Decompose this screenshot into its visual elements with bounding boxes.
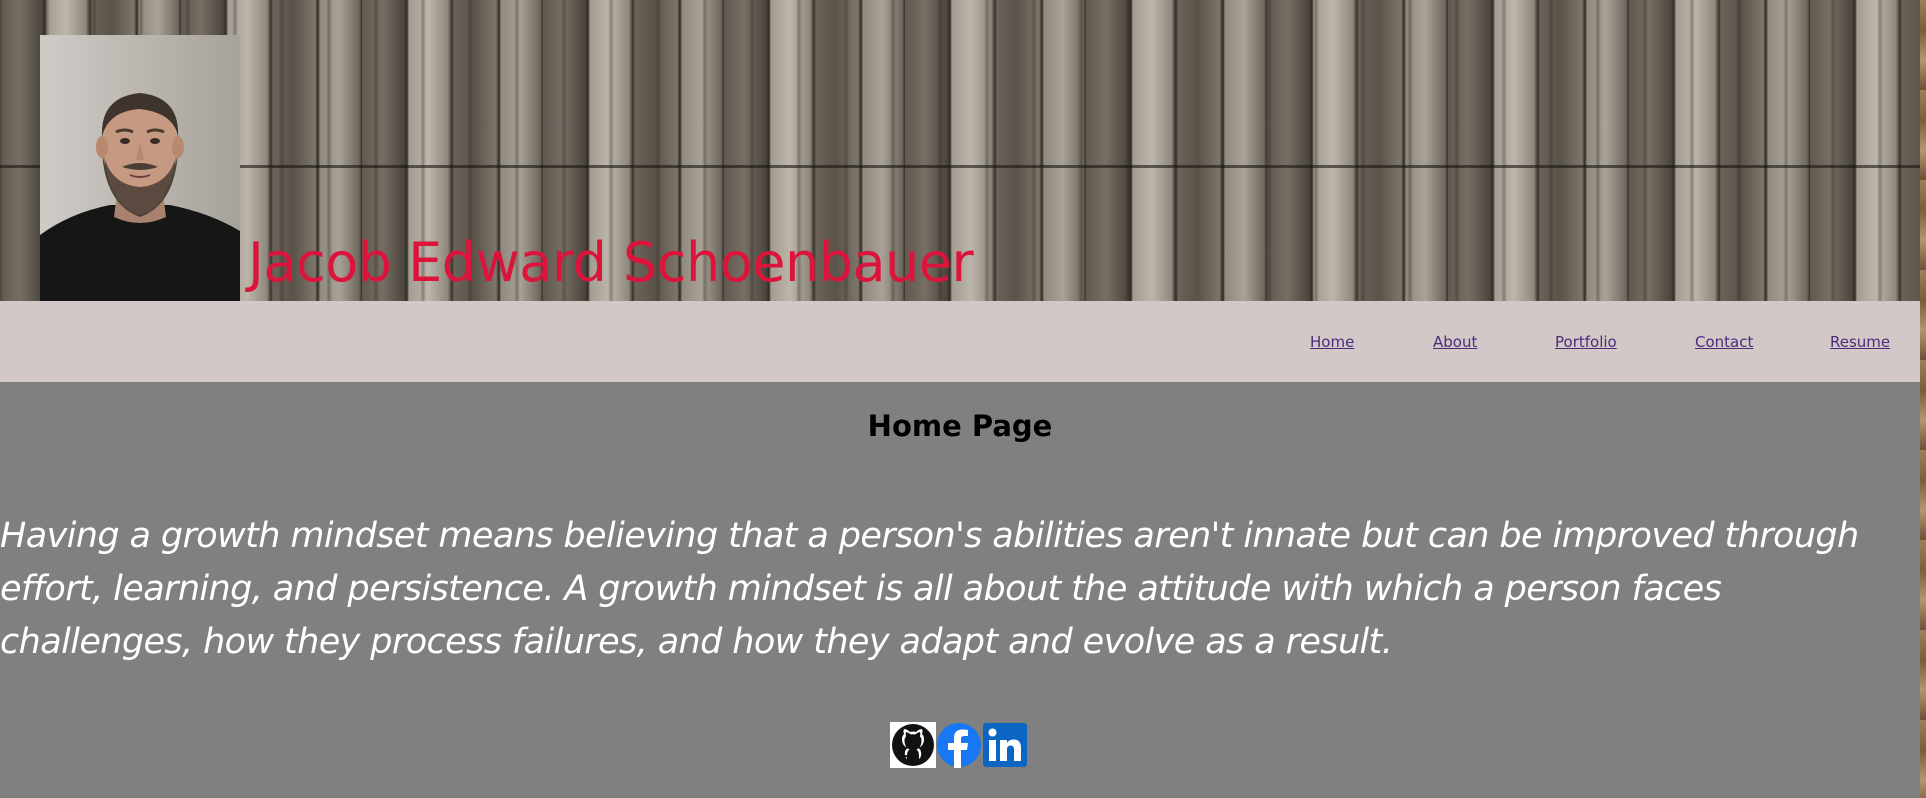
site-name: Jacob Edward Schoenbauer: [248, 231, 974, 294]
github-icon: [890, 722, 936, 768]
facebook-link[interactable]: [936, 722, 982, 768]
wood-seam: [0, 165, 1920, 168]
linkedin-icon: [983, 723, 1027, 767]
page-background-edge: [1920, 0, 1926, 798]
nav-link-home[interactable]: Home: [1310, 333, 1354, 351]
nav-link-about[interactable]: About: [1433, 333, 1477, 351]
profile-photo: [40, 35, 240, 301]
social-links: [890, 722, 1028, 768]
main-navigation: Home About Portfolio Contact Resume: [0, 301, 1920, 382]
github-link[interactable]: [890, 722, 936, 768]
nav-link-resume[interactable]: Resume: [1830, 333, 1890, 351]
growth-mindset-quote: Having a growth mindset means believing …: [0, 516, 1859, 662]
nav-link-portfolio[interactable]: Portfolio: [1555, 333, 1617, 351]
main-content: Home Page Having a growth mindset means …: [0, 382, 1920, 798]
page-title: Home Page: [867, 409, 1053, 443]
linkedin-link[interactable]: [982, 722, 1028, 768]
nav-link-contact[interactable]: Contact: [1695, 333, 1753, 351]
facebook-icon: [937, 723, 981, 768]
site-header: Jacob Edward Schoenbauer: [0, 0, 1920, 301]
